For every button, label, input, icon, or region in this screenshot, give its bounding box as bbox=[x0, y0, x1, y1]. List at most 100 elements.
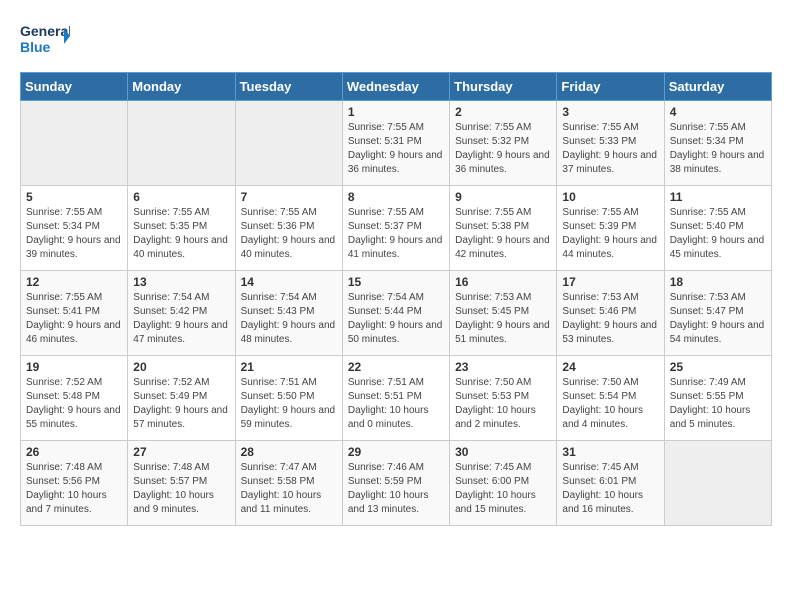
weekday-header-monday: Monday bbox=[128, 73, 235, 101]
day-number: 23 bbox=[455, 360, 551, 374]
day-number: 24 bbox=[562, 360, 658, 374]
day-number: 1 bbox=[348, 105, 444, 119]
day-number: 8 bbox=[348, 190, 444, 204]
day-info: Sunrise: 7:50 AM Sunset: 5:53 PM Dayligh… bbox=[455, 376, 551, 432]
day-number: 17 bbox=[562, 275, 658, 289]
day-info: Sunrise: 7:53 AM Sunset: 5:46 PM Dayligh… bbox=[562, 291, 658, 347]
day-info: Sunrise: 7:55 AM Sunset: 5:37 PM Dayligh… bbox=[348, 206, 444, 262]
day-info: Sunrise: 7:47 AM Sunset: 5:58 PM Dayligh… bbox=[241, 461, 337, 517]
day-number: 20 bbox=[133, 360, 229, 374]
day-number: 7 bbox=[241, 190, 337, 204]
day-info: Sunrise: 7:53 AM Sunset: 5:47 PM Dayligh… bbox=[670, 291, 766, 347]
day-info: Sunrise: 7:55 AM Sunset: 5:35 PM Dayligh… bbox=[133, 206, 229, 262]
svg-text:Blue: Blue bbox=[20, 39, 51, 55]
day-number: 30 bbox=[455, 445, 551, 459]
weekday-header-row: SundayMondayTuesdayWednesdayThursdayFrid… bbox=[21, 73, 772, 101]
calendar-cell: 23 Sunrise: 7:50 AM Sunset: 5:53 PM Dayl… bbox=[450, 356, 557, 441]
header: General Blue bbox=[20, 20, 772, 62]
day-number: 22 bbox=[348, 360, 444, 374]
day-info: Sunrise: 7:55 AM Sunset: 5:32 PM Dayligh… bbox=[455, 121, 551, 177]
calendar-cell: 9 Sunrise: 7:55 AM Sunset: 5:38 PM Dayli… bbox=[450, 186, 557, 271]
calendar-cell: 30 Sunrise: 7:45 AM Sunset: 6:00 PM Dayl… bbox=[450, 441, 557, 526]
day-number: 13 bbox=[133, 275, 229, 289]
calendar-cell: 20 Sunrise: 7:52 AM Sunset: 5:49 PM Dayl… bbox=[128, 356, 235, 441]
day-number: 3 bbox=[562, 105, 658, 119]
calendar-table: SundayMondayTuesdayWednesdayThursdayFrid… bbox=[20, 72, 772, 526]
day-info: Sunrise: 7:54 AM Sunset: 5:43 PM Dayligh… bbox=[241, 291, 337, 347]
calendar-cell: 8 Sunrise: 7:55 AM Sunset: 5:37 PM Dayli… bbox=[342, 186, 449, 271]
day-info: Sunrise: 7:50 AM Sunset: 5:54 PM Dayligh… bbox=[562, 376, 658, 432]
calendar-cell: 17 Sunrise: 7:53 AM Sunset: 5:46 PM Dayl… bbox=[557, 271, 664, 356]
calendar-cell bbox=[128, 101, 235, 186]
calendar-cell: 29 Sunrise: 7:46 AM Sunset: 5:59 PM Dayl… bbox=[342, 441, 449, 526]
weekday-header-friday: Friday bbox=[557, 73, 664, 101]
day-number: 31 bbox=[562, 445, 658, 459]
week-row-3: 12 Sunrise: 7:55 AM Sunset: 5:41 PM Dayl… bbox=[21, 271, 772, 356]
calendar-cell: 7 Sunrise: 7:55 AM Sunset: 5:36 PM Dayli… bbox=[235, 186, 342, 271]
calendar-cell: 10 Sunrise: 7:55 AM Sunset: 5:39 PM Dayl… bbox=[557, 186, 664, 271]
day-info: Sunrise: 7:46 AM Sunset: 5:59 PM Dayligh… bbox=[348, 461, 444, 517]
calendar-cell bbox=[235, 101, 342, 186]
day-info: Sunrise: 7:55 AM Sunset: 5:38 PM Dayligh… bbox=[455, 206, 551, 262]
day-info: Sunrise: 7:51 AM Sunset: 5:50 PM Dayligh… bbox=[241, 376, 337, 432]
calendar-cell: 16 Sunrise: 7:53 AM Sunset: 5:45 PM Dayl… bbox=[450, 271, 557, 356]
day-info: Sunrise: 7:45 AM Sunset: 6:01 PM Dayligh… bbox=[562, 461, 658, 517]
calendar-cell: 26 Sunrise: 7:48 AM Sunset: 5:56 PM Dayl… bbox=[21, 441, 128, 526]
day-number: 25 bbox=[670, 360, 766, 374]
calendar-cell: 12 Sunrise: 7:55 AM Sunset: 5:41 PM Dayl… bbox=[21, 271, 128, 356]
day-number: 4 bbox=[670, 105, 766, 119]
day-info: Sunrise: 7:55 AM Sunset: 5:33 PM Dayligh… bbox=[562, 121, 658, 177]
calendar-cell: 19 Sunrise: 7:52 AM Sunset: 5:48 PM Dayl… bbox=[21, 356, 128, 441]
weekday-header-wednesday: Wednesday bbox=[342, 73, 449, 101]
calendar-cell: 14 Sunrise: 7:54 AM Sunset: 5:43 PM Dayl… bbox=[235, 271, 342, 356]
calendar-cell: 24 Sunrise: 7:50 AM Sunset: 5:54 PM Dayl… bbox=[557, 356, 664, 441]
calendar-cell: 5 Sunrise: 7:55 AM Sunset: 5:34 PM Dayli… bbox=[21, 186, 128, 271]
day-info: Sunrise: 7:52 AM Sunset: 5:49 PM Dayligh… bbox=[133, 376, 229, 432]
day-number: 21 bbox=[241, 360, 337, 374]
day-number: 16 bbox=[455, 275, 551, 289]
week-row-2: 5 Sunrise: 7:55 AM Sunset: 5:34 PM Dayli… bbox=[21, 186, 772, 271]
calendar-cell bbox=[21, 101, 128, 186]
day-info: Sunrise: 7:54 AM Sunset: 5:44 PM Dayligh… bbox=[348, 291, 444, 347]
day-number: 5 bbox=[26, 190, 122, 204]
calendar-cell: 25 Sunrise: 7:49 AM Sunset: 5:55 PM Dayl… bbox=[664, 356, 771, 441]
day-info: Sunrise: 7:55 AM Sunset: 5:40 PM Dayligh… bbox=[670, 206, 766, 262]
day-info: Sunrise: 7:48 AM Sunset: 5:57 PM Dayligh… bbox=[133, 461, 229, 517]
calendar-cell: 13 Sunrise: 7:54 AM Sunset: 5:42 PM Dayl… bbox=[128, 271, 235, 356]
day-number: 27 bbox=[133, 445, 229, 459]
svg-text:General: General bbox=[20, 23, 70, 39]
calendar-cell: 15 Sunrise: 7:54 AM Sunset: 5:44 PM Dayl… bbox=[342, 271, 449, 356]
day-number: 28 bbox=[241, 445, 337, 459]
calendar-cell: 21 Sunrise: 7:51 AM Sunset: 5:50 PM Dayl… bbox=[235, 356, 342, 441]
weekday-header-thursday: Thursday bbox=[450, 73, 557, 101]
calendar-cell: 3 Sunrise: 7:55 AM Sunset: 5:33 PM Dayli… bbox=[557, 101, 664, 186]
day-number: 12 bbox=[26, 275, 122, 289]
day-info: Sunrise: 7:45 AM Sunset: 6:00 PM Dayligh… bbox=[455, 461, 551, 517]
day-number: 19 bbox=[26, 360, 122, 374]
day-info: Sunrise: 7:53 AM Sunset: 5:45 PM Dayligh… bbox=[455, 291, 551, 347]
day-info: Sunrise: 7:55 AM Sunset: 5:39 PM Dayligh… bbox=[562, 206, 658, 262]
calendar-cell: 28 Sunrise: 7:47 AM Sunset: 5:58 PM Dayl… bbox=[235, 441, 342, 526]
week-row-4: 19 Sunrise: 7:52 AM Sunset: 5:48 PM Dayl… bbox=[21, 356, 772, 441]
calendar-cell: 6 Sunrise: 7:55 AM Sunset: 5:35 PM Dayli… bbox=[128, 186, 235, 271]
logo-svg: General Blue bbox=[20, 20, 70, 62]
calendar-cell: 18 Sunrise: 7:53 AM Sunset: 5:47 PM Dayl… bbox=[664, 271, 771, 356]
calendar-cell: 22 Sunrise: 7:51 AM Sunset: 5:51 PM Dayl… bbox=[342, 356, 449, 441]
day-number: 15 bbox=[348, 275, 444, 289]
day-info: Sunrise: 7:55 AM Sunset: 5:36 PM Dayligh… bbox=[241, 206, 337, 262]
day-number: 9 bbox=[455, 190, 551, 204]
weekday-header-saturday: Saturday bbox=[664, 73, 771, 101]
day-number: 18 bbox=[670, 275, 766, 289]
day-number: 26 bbox=[26, 445, 122, 459]
day-number: 29 bbox=[348, 445, 444, 459]
day-info: Sunrise: 7:48 AM Sunset: 5:56 PM Dayligh… bbox=[26, 461, 122, 517]
day-info: Sunrise: 7:49 AM Sunset: 5:55 PM Dayligh… bbox=[670, 376, 766, 432]
calendar-cell bbox=[664, 441, 771, 526]
day-info: Sunrise: 7:51 AM Sunset: 5:51 PM Dayligh… bbox=[348, 376, 444, 432]
weekday-header-sunday: Sunday bbox=[21, 73, 128, 101]
calendar-cell: 31 Sunrise: 7:45 AM Sunset: 6:01 PM Dayl… bbox=[557, 441, 664, 526]
day-info: Sunrise: 7:54 AM Sunset: 5:42 PM Dayligh… bbox=[133, 291, 229, 347]
logo: General Blue bbox=[20, 20, 70, 62]
day-number: 2 bbox=[455, 105, 551, 119]
day-number: 14 bbox=[241, 275, 337, 289]
